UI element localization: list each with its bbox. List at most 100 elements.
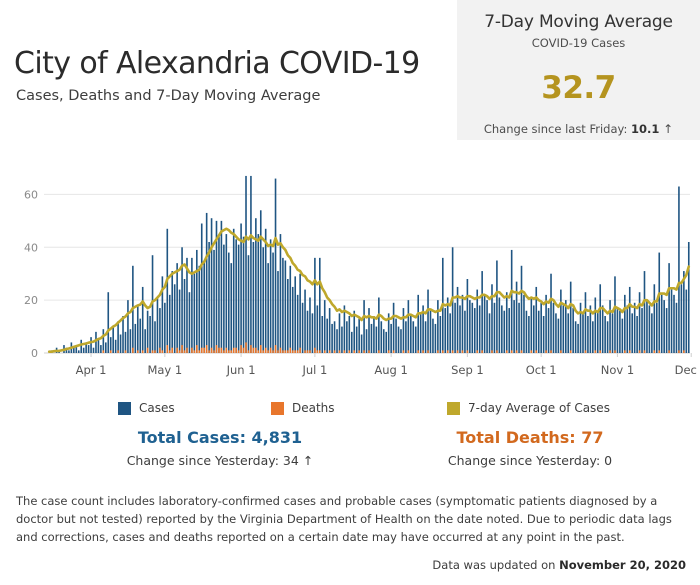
case-bar: [471, 302, 474, 353]
case-bar: [505, 292, 508, 353]
case-bar: [319, 257, 321, 353]
death-bar: [304, 350, 306, 353]
case-bar: [178, 289, 181, 353]
case-bar: [208, 242, 210, 353]
case-bar: [262, 247, 265, 353]
y-axis-tick: 0: [31, 347, 38, 360]
x-axis-tick: May 1: [147, 363, 182, 377]
case-bar: [87, 345, 90, 353]
case-bar: [540, 302, 542, 353]
legend-item-deaths[interactable]: Deaths: [271, 401, 335, 415]
case-bar: [134, 323, 137, 353]
death-bar: [560, 350, 562, 353]
death-bar: [267, 350, 269, 353]
moving-average-card: 7-Day Moving Average COVID-19 Cases 32.7…: [457, 0, 700, 140]
case-bar: [196, 249, 198, 353]
death-bar: [333, 350, 336, 353]
death-bar: [146, 347, 149, 353]
x-axis-tick: Apr 1: [76, 363, 107, 377]
case-bar: [333, 321, 336, 353]
legend-item-average[interactable]: 7-day Average of Cases: [447, 401, 610, 415]
death-bar: [208, 350, 210, 353]
death-bar: [252, 347, 255, 353]
case-bar: [412, 321, 415, 353]
case-bar: [560, 289, 562, 353]
death-bar: [210, 347, 213, 353]
case-bar: [105, 342, 107, 353]
case-bar: [358, 318, 360, 353]
case-bar: [136, 305, 139, 353]
case-bar: [624, 294, 626, 353]
case-bar: [257, 234, 260, 353]
death-bar: [198, 350, 201, 353]
case-bar: [144, 329, 146, 353]
death-bar: [441, 350, 444, 353]
cases-bars: [50, 175, 690, 353]
case-bar: [225, 234, 228, 353]
death-bar: [250, 345, 252, 353]
case-bar: [579, 302, 582, 353]
case-bar: [237, 244, 240, 353]
case-bar: [341, 326, 343, 353]
death-bar: [168, 350, 171, 353]
case-bar: [525, 310, 528, 353]
case-bar: [338, 313, 341, 353]
case-bar: [414, 326, 417, 353]
case-bar: [154, 321, 156, 353]
death-bar: [287, 350, 289, 353]
case-bar: [375, 326, 378, 353]
case-bar: [572, 308, 574, 353]
death-bar: [569, 350, 572, 353]
case-bar: [316, 305, 319, 353]
death-bar: [407, 350, 410, 353]
case-bar: [299, 273, 301, 353]
card-change-value: 10.1: [631, 122, 660, 136]
case-bar: [577, 323, 579, 353]
case-bar: [252, 242, 255, 353]
case-bar: [459, 305, 461, 353]
case-bar: [360, 334, 363, 353]
death-bar: [624, 350, 626, 353]
case-bar: [673, 294, 675, 353]
case-bar: [481, 271, 483, 353]
case-bar: [350, 331, 353, 353]
case-bar: [230, 263, 233, 353]
case-bar: [469, 300, 471, 353]
case-bar: [250, 175, 252, 353]
death-bar: [550, 350, 552, 353]
death-bar: [159, 347, 161, 353]
death-bar: [678, 350, 680, 353]
total-cases-headline: Total Cases: 4,831: [137, 428, 303, 447]
death-bar: [368, 350, 370, 353]
case-bar: [296, 294, 299, 353]
case-bar: [77, 350, 80, 353]
death-bar: [643, 350, 646, 353]
case-bar: [227, 252, 230, 353]
case-bar: [473, 308, 476, 353]
case-bar: [331, 323, 333, 353]
death-bar: [314, 347, 316, 353]
case-bar: [405, 321, 407, 353]
death-bar: [343, 350, 346, 353]
total-cases-change: Change since Yesterday: 34 ↑: [126, 453, 314, 468]
case-bar: [574, 321, 577, 353]
death-bar: [117, 350, 119, 353]
total-cases-block: Total Cases: 4,831 Change since Yesterda…: [60, 428, 380, 468]
case-bar: [124, 331, 127, 353]
case-bar: [385, 331, 388, 353]
case-bar: [655, 302, 658, 353]
case-bar: [683, 271, 685, 353]
death-bar: [628, 350, 631, 353]
data-updated-date: November 20, 2020: [559, 558, 686, 572]
case-bar: [488, 313, 491, 353]
legend-item-cases[interactable]: Cases: [118, 401, 175, 415]
death-bar: [166, 345, 169, 353]
death-bar: [683, 350, 685, 353]
case-bar: [380, 321, 383, 353]
death-bar: [282, 350, 284, 353]
death-bar: [178, 350, 181, 353]
death-bar: [599, 350, 602, 353]
death-bar: [496, 350, 498, 353]
case-bar: [122, 316, 124, 353]
case-bar: [584, 292, 587, 353]
